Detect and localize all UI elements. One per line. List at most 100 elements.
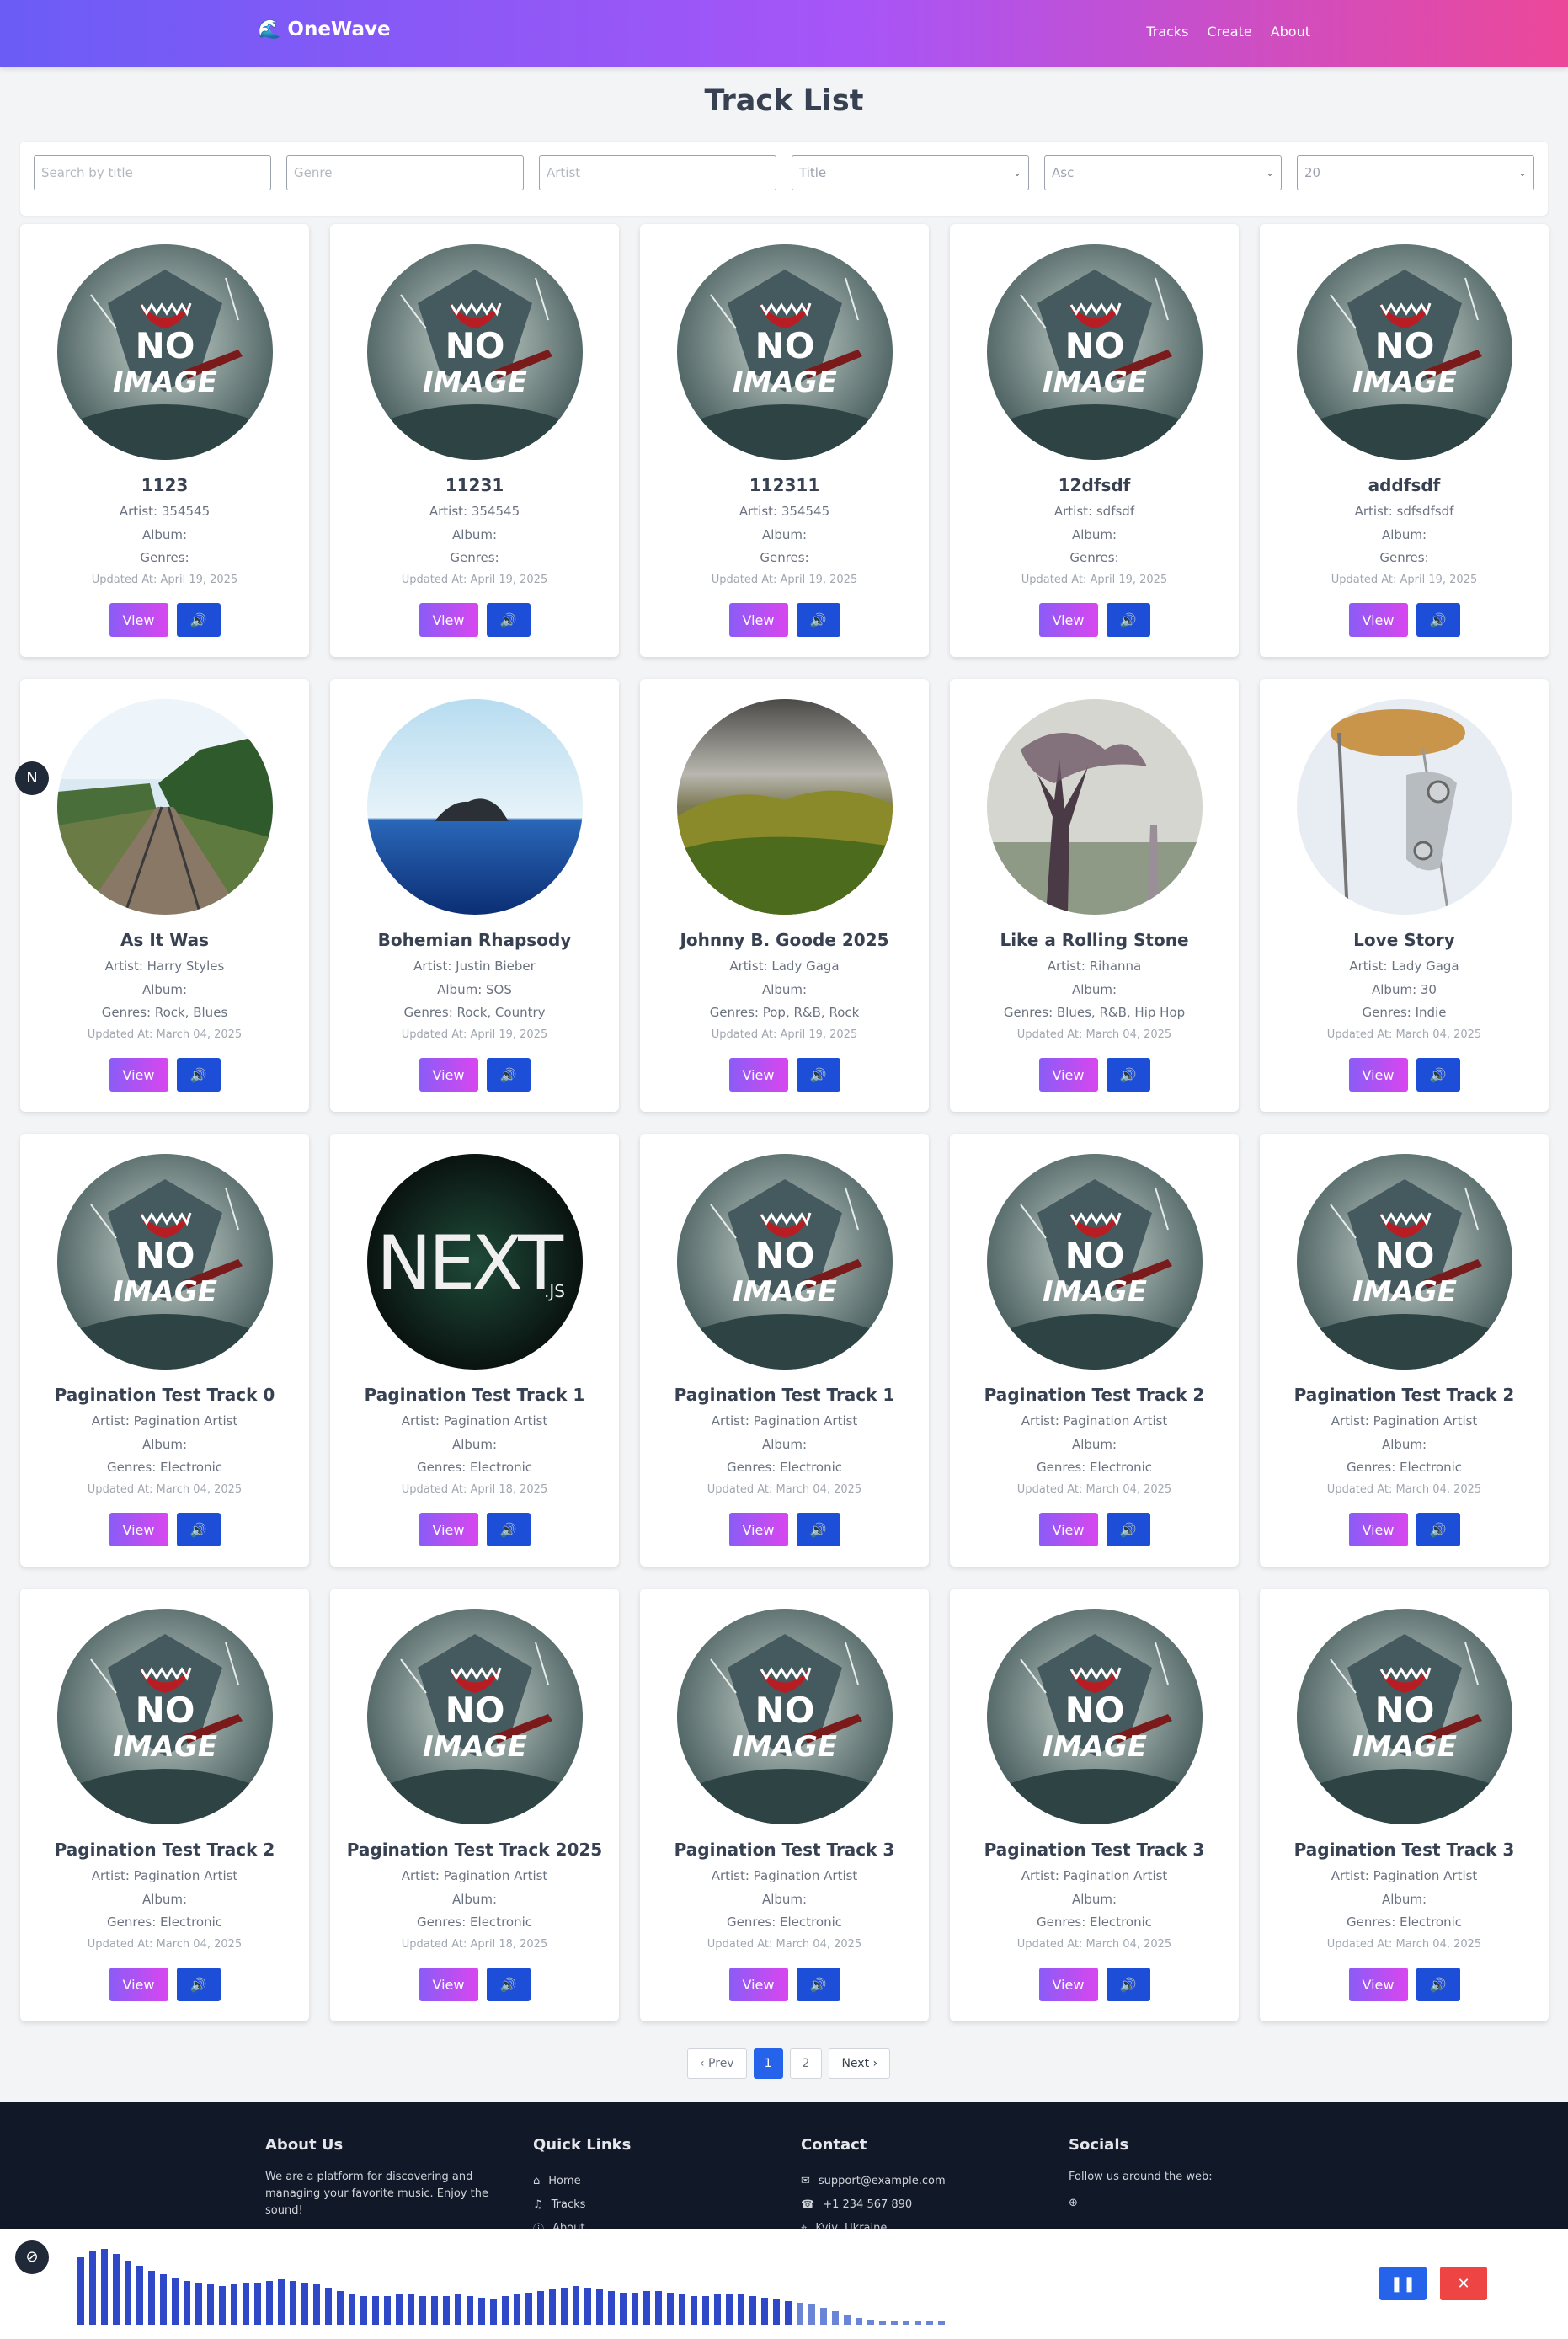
view-button[interactable]: View (1348, 1058, 1408, 1092)
view-button[interactable]: View (419, 1058, 478, 1092)
play-button[interactable]: 🔊 (796, 603, 840, 637)
view-button[interactable]: View (109, 1513, 168, 1546)
play-button[interactable]: 🔊 (176, 1513, 221, 1546)
svg-text:IMAGE: IMAGE (733, 1275, 837, 1309)
view-button[interactable]: View (728, 1968, 788, 2001)
track-actions: View 🔊 (1260, 1968, 1549, 2001)
track-card: NO IMAGE 1123 Artist: 354545 Album: Genres: Up… (20, 224, 309, 657)
track-title: Like a Rolling Stone (1000, 930, 1189, 950)
nav-link-about[interactable]: About (1271, 24, 1310, 40)
view-button[interactable]: View (1038, 603, 1098, 637)
track-title: addfsdf (1368, 475, 1441, 495)
track-updated-at: Updated At: April 18, 2025 (401, 1483, 548, 1496)
brand-logo[interactable]: 🌊 OneWave (258, 19, 391, 40)
speaker-icon: 🔊 (809, 1066, 827, 1083)
play-button[interactable]: 🔊 (1106, 603, 1150, 637)
play-button[interactable]: 🔊 (1416, 603, 1460, 637)
waveform-bar (561, 2288, 568, 2325)
view-button[interactable]: View (109, 1968, 168, 2001)
play-button[interactable]: 🔊 (1416, 1513, 1460, 1546)
view-button[interactable]: View (419, 1513, 478, 1546)
svg-text:IMAGE: IMAGE (733, 366, 837, 399)
view-button[interactable]: View (1038, 1968, 1098, 2001)
footer-email[interactable]: ✉ support@example.com (801, 2169, 1045, 2192)
search-input[interactable] (34, 155, 271, 190)
limit-select[interactable]: 20 ⌄ (1297, 155, 1534, 190)
play-button[interactable]: 🔊 (1106, 1968, 1150, 2001)
speaker-icon: 🔊 (1429, 611, 1447, 628)
play-button[interactable]: 🔊 (486, 603, 531, 637)
waveform-bar (903, 2321, 909, 2325)
track-title: 12dfsdf (1058, 475, 1131, 495)
speaker-icon: 🔊 (189, 611, 207, 628)
view-button[interactable]: View (728, 1513, 788, 1546)
play-button[interactable]: 🔊 (1106, 1058, 1150, 1092)
play-button[interactable]: 🔊 (1106, 1513, 1150, 1546)
view-button[interactable]: View (419, 603, 478, 637)
track-album: Album: 30 (1372, 982, 1437, 997)
page-2-button[interactable]: 2 (789, 2048, 823, 2079)
track-genres: Genres: Electronic (727, 1914, 842, 1930)
view-button[interactable]: View (1038, 1513, 1098, 1546)
track-card: NO IMAGE Pagination Test Track 2 Artist: Pa… (1260, 1134, 1549, 1567)
speaker-icon: 🔊 (1119, 611, 1137, 628)
waveform[interactable] (77, 2246, 945, 2326)
stop-button[interactable]: ✕ (1440, 2267, 1487, 2300)
order-select[interactable]: Asc ⌄ (1044, 155, 1282, 190)
view-button[interactable]: View (1348, 1513, 1408, 1546)
play-button[interactable]: 🔊 (176, 1058, 221, 1092)
nav-link-tracks[interactable]: Tracks (1146, 24, 1188, 40)
view-button[interactable]: View (1038, 1058, 1098, 1092)
view-button[interactable]: View (728, 603, 788, 637)
waveform-bar (938, 2321, 945, 2325)
view-button[interactable]: View (1348, 1968, 1408, 2001)
waveform-bar (419, 2296, 426, 2325)
prev-page-button[interactable]: ‹ Prev (687, 2048, 747, 2079)
eye-slash-icon[interactable]: ⊘ (15, 2240, 49, 2274)
nav-link-create[interactable]: Create (1208, 24, 1252, 40)
play-button[interactable]: 🔊 (796, 1058, 840, 1092)
pause-button[interactable]: ❚❚ (1379, 2267, 1427, 2300)
globe-icon[interactable]: ⊕ (1069, 2191, 1313, 2214)
next-page-button[interactable]: Next › (829, 2048, 891, 2079)
play-button[interactable]: 🔊 (796, 1968, 840, 2001)
track-card: Bohemian Rhapsody Artist: Justin Bieber Al… (330, 679, 619, 1112)
view-button[interactable]: View (1348, 603, 1408, 637)
play-button[interactable]: 🔊 (486, 1058, 531, 1092)
genre-input[interactable] (286, 155, 524, 190)
view-button[interactable]: View (419, 1968, 478, 2001)
track-updated-at: Updated At: April 19, 2025 (711, 574, 858, 586)
waveform-bar (584, 2288, 591, 2325)
next-devtools-badge[interactable]: N (15, 761, 49, 795)
play-button[interactable]: 🔊 (1416, 1058, 1460, 1092)
waveform-bar (372, 2296, 379, 2325)
svg-text:NO: NO (136, 1690, 195, 1731)
play-button[interactable]: 🔊 (486, 1513, 531, 1546)
track-card: NO IMAGE 12dfsdf Artist: sdfsdf Album: Genres… (950, 224, 1239, 657)
footer-link-home[interactable]: ⌂ Home (533, 2169, 777, 2192)
page-1-button[interactable]: 1 (753, 2048, 783, 2079)
track-card: NO IMAGE 11231 Artist: 354545 Album: Genres: U… (330, 224, 619, 657)
play-button[interactable]: 🔊 (486, 1968, 531, 2001)
view-button[interactable]: View (109, 603, 168, 637)
order-select-value: Asc (1052, 165, 1075, 180)
waveform-bar (301, 2283, 308, 2325)
track-title: Pagination Test Track 2 (1293, 1385, 1515, 1405)
track-actions: View 🔊 (330, 1513, 619, 1546)
play-button[interactable]: 🔊 (796, 1513, 840, 1546)
artist-input[interactable] (539, 155, 776, 190)
view-button[interactable]: View (728, 1058, 788, 1092)
music-note-icon: ♫ (533, 2197, 543, 2211)
footer-link-tracks[interactable]: ♫ Tracks (533, 2192, 777, 2216)
sort-select[interactable]: Title ⌄ (792, 155, 1029, 190)
waveform-bar (643, 2291, 650, 2325)
play-button[interactable]: 🔊 (176, 603, 221, 637)
view-button[interactable]: View (109, 1058, 168, 1092)
track-actions: View 🔊 (950, 1058, 1239, 1092)
track-artist: Artist: Pagination Artist (1331, 1413, 1478, 1428)
track-card: Love Story Artist: Lady Gaga Album: 30 Genr… (1260, 679, 1549, 1112)
track-updated-at: Updated At: April 19, 2025 (1331, 574, 1478, 586)
play-button[interactable]: 🔊 (176, 1968, 221, 2001)
play-button[interactable]: 🔊 (1416, 1968, 1460, 2001)
track-updated-at: Updated At: April 19, 2025 (401, 1028, 548, 1041)
